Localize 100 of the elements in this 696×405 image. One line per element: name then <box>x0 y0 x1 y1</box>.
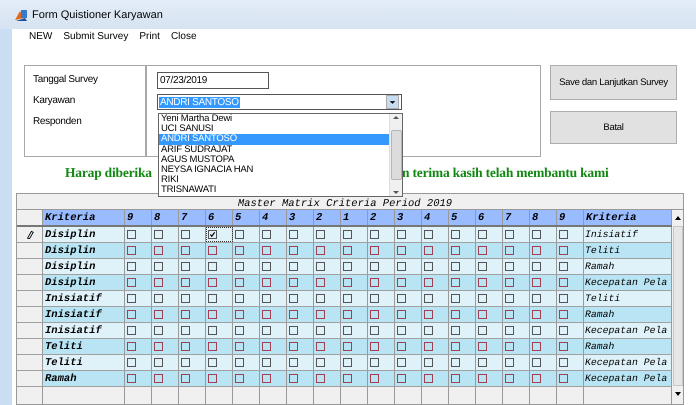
checkbox[interactable] <box>451 358 460 367</box>
checkbox[interactable] <box>235 342 244 351</box>
checkbox[interactable] <box>397 246 406 255</box>
checkbox[interactable] <box>424 262 433 271</box>
table-row[interactable]: Disiplin Ramah <box>17 259 672 275</box>
dropdown-option[interactable]: AGUS MUSTOPA <box>159 154 389 165</box>
checkbox[interactable] <box>289 374 298 383</box>
checkbox[interactable] <box>370 374 379 383</box>
checkbox[interactable] <box>235 358 244 367</box>
checkbox[interactable] <box>181 358 190 367</box>
checkbox[interactable] <box>424 342 433 351</box>
checkbox[interactable] <box>478 326 487 335</box>
checkbox[interactable] <box>397 262 406 271</box>
checkbox[interactable] <box>559 310 568 319</box>
checkbox[interactable] <box>397 294 406 303</box>
checkbox[interactable] <box>559 230 568 239</box>
table-row[interactable]: Teliti Ramah <box>17 339 672 355</box>
checkbox[interactable] <box>451 310 460 319</box>
checkbox[interactable] <box>289 342 298 351</box>
checkbox[interactable] <box>505 230 514 239</box>
checkbox[interactable] <box>127 342 136 351</box>
checkbox[interactable] <box>235 294 244 303</box>
checkbox[interactable] <box>424 294 433 303</box>
checkbox[interactable] <box>127 262 136 271</box>
checkbox[interactable] <box>343 262 352 271</box>
checkbox[interactable] <box>397 342 406 351</box>
checkbox[interactable] <box>505 342 514 351</box>
checkbox[interactable] <box>343 358 352 367</box>
checkbox[interactable] <box>316 278 325 287</box>
checkbox[interactable] <box>181 374 190 383</box>
checkbox[interactable] <box>154 326 163 335</box>
dropdown-option[interactable]: NEYSA IGNACIA HAN <box>159 164 389 176</box>
checkbox[interactable] <box>208 294 217 303</box>
checkbox[interactable] <box>154 262 163 271</box>
checkbox[interactable] <box>316 326 325 335</box>
checkbox[interactable] <box>478 278 487 287</box>
checkbox[interactable] <box>370 342 379 351</box>
checkbox[interactable] <box>181 230 190 239</box>
save-button[interactable]: Save dan Lanjutkan Survey <box>550 65 677 100</box>
checkbox[interactable] <box>559 278 568 287</box>
checkbox[interactable] <box>181 262 190 271</box>
dropdown-option[interactable]: TRISNAWATI <box>159 185 389 196</box>
checkbox[interactable] <box>235 278 244 287</box>
cancel-button[interactable]: Batal <box>550 111 677 144</box>
checkbox[interactable] <box>451 230 460 239</box>
up-arrow-icon[interactable] <box>392 114 400 122</box>
checkbox[interactable] <box>343 326 352 335</box>
checkbox[interactable] <box>559 262 568 271</box>
checkbox[interactable] <box>127 326 136 335</box>
checkbox[interactable] <box>451 246 460 255</box>
checkbox[interactable] <box>424 230 433 239</box>
checkbox[interactable] <box>262 246 271 255</box>
scrollbar[interactable] <box>389 114 402 196</box>
checkbox[interactable] <box>397 310 406 319</box>
checkbox[interactable] <box>154 246 163 255</box>
checkbox[interactable] <box>208 374 217 383</box>
checkbox[interactable] <box>127 358 136 367</box>
menu-item[interactable]: Close <box>170 31 198 42</box>
checkbox[interactable] <box>532 374 541 383</box>
checkbox[interactable] <box>289 310 298 319</box>
checkbox[interactable] <box>505 374 514 383</box>
checkbox[interactable] <box>343 246 352 255</box>
checkbox[interactable] <box>289 358 298 367</box>
checkbox[interactable] <box>397 326 406 335</box>
checkbox[interactable] <box>154 278 163 287</box>
checkbox[interactable] <box>532 310 541 319</box>
checkbox[interactable] <box>478 310 487 319</box>
checkbox[interactable] <box>235 326 244 335</box>
checkbox[interactable] <box>532 278 541 287</box>
checkbox[interactable] <box>262 310 271 319</box>
row-header[interactable] <box>17 227 43 242</box>
checkbox[interactable] <box>262 294 271 303</box>
checkbox[interactable] <box>532 294 541 303</box>
checkbox[interactable] <box>424 310 433 319</box>
checkbox[interactable] <box>154 294 163 303</box>
checkbox[interactable] <box>154 358 163 367</box>
checkbox[interactable] <box>505 294 514 303</box>
checkbox[interactable] <box>370 278 379 287</box>
checkbox[interactable] <box>235 230 244 239</box>
checkbox[interactable] <box>316 374 325 383</box>
checkbox[interactable] <box>343 310 352 319</box>
checkbox[interactable] <box>424 246 433 255</box>
table-row[interactable]: Inisiatif Teliti <box>17 291 672 307</box>
checkbox[interactable] <box>532 326 541 335</box>
checkbox[interactable] <box>208 230 217 239</box>
checkbox[interactable] <box>208 262 217 271</box>
checkbox[interactable] <box>316 262 325 271</box>
menu-item[interactable]: Print <box>138 31 161 42</box>
checkbox[interactable] <box>127 246 136 255</box>
dropdown-option[interactable]: Yeni Martha Dewi <box>159 114 389 124</box>
checkbox[interactable] <box>532 342 541 351</box>
checkbox[interactable] <box>262 358 271 367</box>
checkbox[interactable] <box>127 230 136 239</box>
checkbox[interactable] <box>478 262 487 271</box>
checkbox[interactable] <box>289 246 298 255</box>
checkbox[interactable] <box>478 342 487 351</box>
checkbox[interactable] <box>208 326 217 335</box>
checkbox[interactable] <box>208 246 217 255</box>
checkbox[interactable] <box>478 230 487 239</box>
checkbox[interactable] <box>181 310 190 319</box>
